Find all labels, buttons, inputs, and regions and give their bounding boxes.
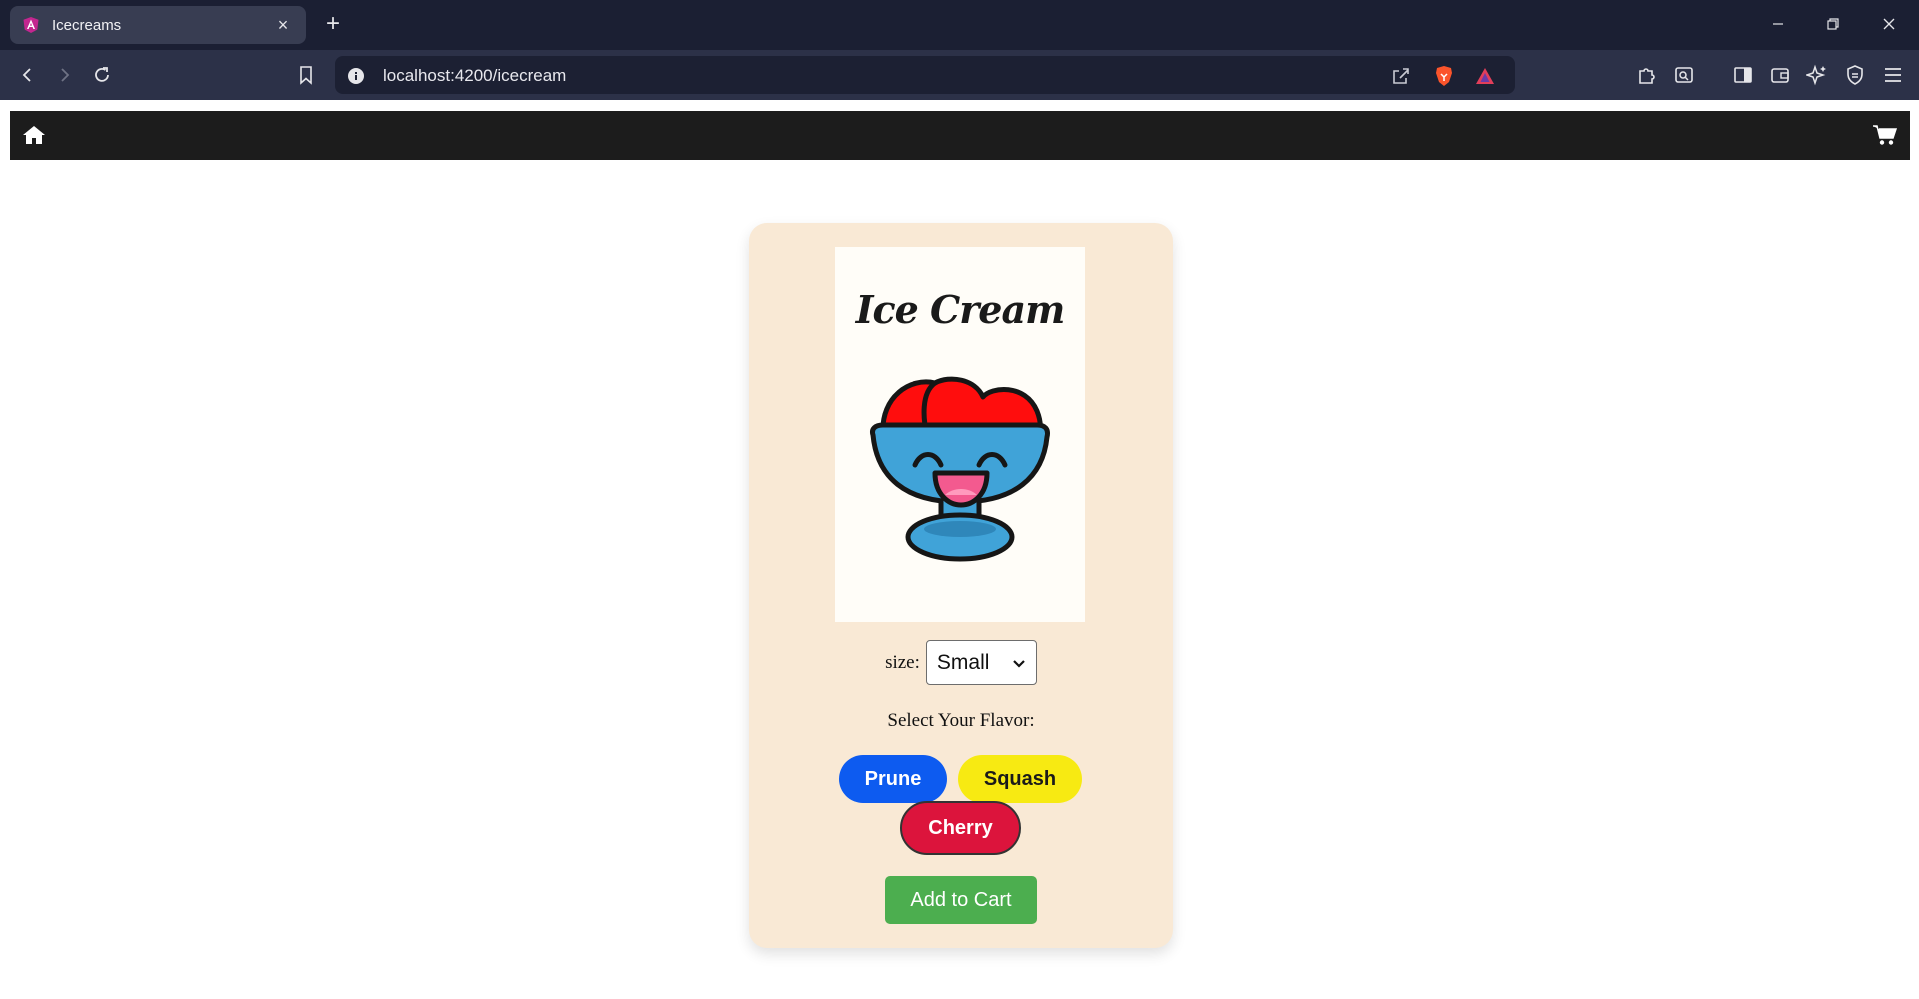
- app-navbar: [10, 111, 1910, 160]
- address-bar[interactable]: localhost:4200/icecream: [335, 56, 1515, 94]
- cart-icon[interactable]: [1872, 124, 1898, 146]
- product-title: Ice Cream: [855, 287, 1066, 332]
- tab-title: Icecreams: [52, 16, 122, 34]
- close-window-icon[interactable]: [1866, 8, 1912, 40]
- new-tab-button[interactable]: +: [318, 10, 348, 40]
- flavor-squash-button[interactable]: Squash: [958, 755, 1082, 803]
- size-selected-value: Small: [936, 650, 990, 674]
- page-search-icon[interactable]: [1669, 60, 1699, 90]
- browser-tab[interactable]: Icecreams ×: [10, 6, 306, 44]
- leo-ai-icon[interactable]: [1802, 60, 1832, 90]
- sundae-illustration: [870, 376, 1050, 562]
- vpn-shield-icon[interactable]: [1840, 60, 1870, 90]
- chevron-down-icon: [1012, 651, 1026, 675]
- menu-icon[interactable]: [1878, 60, 1908, 90]
- url-text[interactable]: localhost:4200/icecream: [383, 66, 566, 86]
- bookmark-icon[interactable]: [290, 60, 322, 90]
- product-image: Ice Cream: [835, 247, 1085, 622]
- back-icon[interactable]: [12, 60, 44, 90]
- add-to-cart-button[interactable]: Add to Cart: [885, 876, 1037, 924]
- tab-close-icon[interactable]: ×: [272, 15, 294, 36]
- size-select[interactable]: Small: [925, 640, 1037, 685]
- minimize-icon[interactable]: [1755, 8, 1801, 40]
- flavor-prune-button[interactable]: Prune: [839, 755, 947, 803]
- brave-shields-icon[interactable]: [1433, 65, 1455, 87]
- size-row: size: Small: [749, 640, 1173, 685]
- angular-favicon-icon: [22, 16, 40, 34]
- size-label: size:: [885, 651, 920, 673]
- sidebar-icon[interactable]: [1728, 60, 1758, 90]
- product-card: Ice Cream size: Small Select Your Flavor…: [749, 223, 1173, 948]
- forward-icon[interactable]: [48, 60, 80, 90]
- flavor-cherry-button[interactable]: Cherry: [900, 801, 1021, 855]
- extensions-icon[interactable]: [1632, 60, 1662, 90]
- site-info-icon[interactable]: [345, 65, 367, 87]
- wallet-icon[interactable]: [1765, 60, 1795, 90]
- share-icon[interactable]: [1390, 65, 1412, 87]
- restore-icon[interactable]: [1810, 8, 1856, 40]
- browser-tabstrip: Icecreams × +: [0, 0, 1919, 50]
- home-icon[interactable]: [22, 124, 46, 146]
- brave-rewards-icon[interactable]: [1474, 65, 1496, 87]
- flavor-prompt: Select Your Flavor:: [887, 710, 1035, 731]
- reload-icon[interactable]: [86, 60, 118, 90]
